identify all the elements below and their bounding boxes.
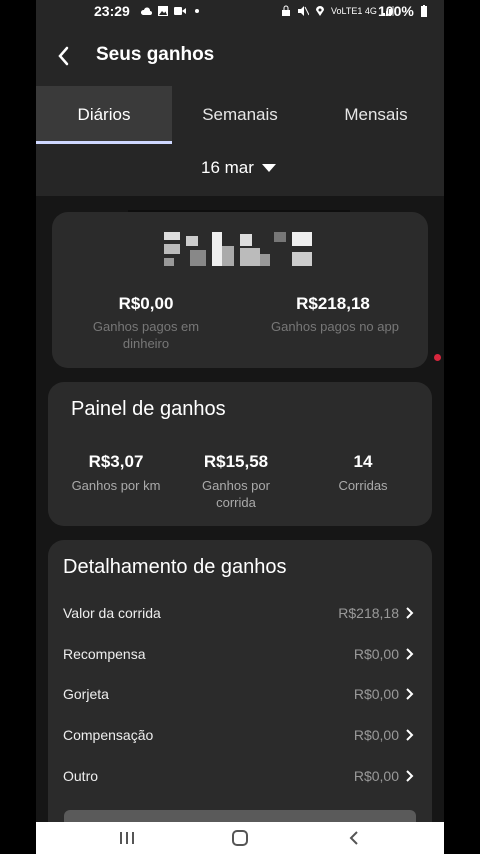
panel-title: Painel de ganhos xyxy=(71,398,226,420)
earnings-panel-card: Painel de ganhos R$3,07 Ganhos por km R$… xyxy=(48,382,432,526)
home-icon[interactable] xyxy=(231,830,249,846)
network-label: VoLTE1 4G xyxy=(331,6,377,16)
row-label: Compensação xyxy=(63,727,154,743)
image-icon xyxy=(158,6,168,16)
row-value: R$0,00 xyxy=(353,768,399,784)
earnings-breakdown-card: Detalhamento de ganhos Valor da corrida … xyxy=(48,540,432,854)
row-label: Outro xyxy=(63,768,99,784)
status-time: 23:29 xyxy=(94,3,130,19)
cash-earnings-value: R$0,00 xyxy=(118,294,174,313)
row-label: Recompensa xyxy=(63,646,146,662)
status-bar: 23:29 VoLTE1 4G 100% xyxy=(36,0,444,24)
battery-icon xyxy=(420,5,427,17)
breakdown-row-other[interactable]: Outro R$0,00 xyxy=(63,764,415,788)
row-value: R$0,00 xyxy=(353,686,399,702)
chevron-right-icon xyxy=(406,648,414,660)
breakdown-row-reward[interactable]: Recompensa R$0,00 xyxy=(63,642,415,666)
earnings-per-ride-label: Ganhos por corrida xyxy=(202,478,270,510)
row-label: Gorjeta xyxy=(63,686,109,702)
tab-daily[interactable]: Diários xyxy=(36,86,172,144)
chevron-right-icon xyxy=(406,770,414,782)
lock-icon xyxy=(282,5,290,16)
cash-earnings-label: Ganhos pagos em dinheiro xyxy=(92,319,200,351)
row-value: R$0,00 xyxy=(353,646,399,662)
dropdown-arrow-icon xyxy=(261,164,276,172)
app-bar: Seus ganhos xyxy=(36,24,444,86)
app-earnings-value: R$218,18 xyxy=(296,294,370,313)
date-selector[interactable]: 16 mar xyxy=(201,158,276,178)
tab-monthly[interactable]: Mensais xyxy=(308,86,444,144)
rides-count-value: 14 xyxy=(353,452,373,471)
recent-apps-icon[interactable] xyxy=(118,830,136,846)
back-arrow-icon[interactable] xyxy=(50,42,78,70)
dot-icon xyxy=(195,9,199,13)
earnings-per-km-label: Ganhos por km xyxy=(71,478,161,493)
app-earnings-label: Ganhos pagos no app xyxy=(271,319,399,334)
mute-icon xyxy=(298,6,309,16)
row-value: R$0,00 xyxy=(353,727,399,743)
battery-percent: 100% xyxy=(378,3,414,19)
breakdown-row-ride-value[interactable]: Valor da corrida R$218,18 xyxy=(63,601,415,625)
location-icon xyxy=(316,6,324,16)
row-value: R$218,18 xyxy=(338,605,399,621)
back-nav-icon[interactable] xyxy=(346,830,362,846)
pixelated-total-image xyxy=(164,232,312,266)
date-bar: 16 mar xyxy=(36,144,444,196)
breakdown-row-compensation[interactable]: Compensação R$0,00 xyxy=(63,723,415,747)
chevron-right-icon xyxy=(406,607,414,619)
video-icon xyxy=(174,7,186,15)
page-title: Seus ganhos xyxy=(96,44,215,65)
breakdown-title: Detalhamento de ganhos xyxy=(63,556,287,578)
earnings-per-ride-value: R$15,58 xyxy=(203,452,269,471)
cloud-icon xyxy=(140,7,152,15)
system-nav-bar xyxy=(36,822,444,854)
earnings-summary-card: R$0,00 Ganhos pagos em dinheiro R$218,18… xyxy=(52,212,428,368)
chevron-right-icon xyxy=(406,688,414,700)
notification-dot xyxy=(434,354,441,361)
tab-weekly[interactable]: Semanais xyxy=(172,86,308,144)
breakdown-row-tip[interactable]: Gorjeta R$0,00 xyxy=(63,682,415,706)
row-label: Valor da corrida xyxy=(63,605,161,621)
chevron-right-icon xyxy=(406,729,414,741)
period-tabs: Diários Semanais Mensais xyxy=(36,86,444,144)
date-value: 16 mar xyxy=(201,158,254,177)
phone-screen: 23:29 VoLTE1 4G 100% Seus ganhos Diários… xyxy=(36,0,444,854)
earnings-per-km-value: R$3,07 xyxy=(88,452,144,471)
rides-count-label: Corridas xyxy=(338,478,388,493)
